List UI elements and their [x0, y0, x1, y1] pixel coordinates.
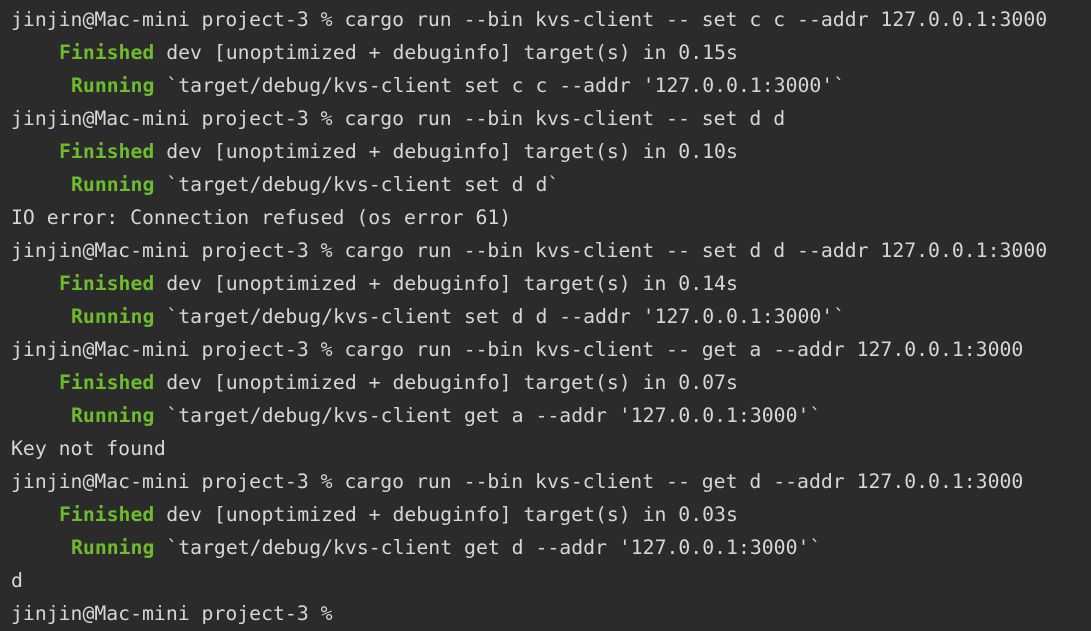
running-detail: `target/debug/kvs-client get d --addr '1…	[166, 536, 822, 559]
running-status-label: Running	[71, 74, 155, 97]
prompt-line: jinjin@Mac-mini project-3 % cargo run --…	[11, 3, 1091, 36]
running-detail: `target/debug/kvs-client set d d --addr …	[166, 305, 846, 328]
finished-status-label: Finished	[59, 41, 155, 64]
prompt-line: jinjin@Mac-mini project-3 % cargo run --…	[11, 102, 1091, 135]
prompt-line: jinjin@Mac-mini project-3 % cargo run --…	[11, 333, 1091, 366]
shell-prompt: jinjin@Mac-mini project-3 %	[11, 338, 333, 361]
shell-command: cargo run --bin kvs-client -- get a --ad…	[344, 338, 1024, 361]
running-line: Running `target/debug/kvs-client set c c…	[11, 69, 1091, 102]
running-status-label: Running	[71, 173, 155, 196]
program-output: IO error: Connection refused (os error 6…	[11, 206, 512, 229]
shell-prompt: jinjin@Mac-mini project-3 %	[11, 470, 333, 493]
finished-status-label: Finished	[59, 371, 155, 394]
output-line: IO error: Connection refused (os error 6…	[11, 201, 1091, 234]
finished-detail: dev [unoptimized + debuginfo] target(s) …	[166, 140, 738, 163]
finished-status-label: Finished	[59, 503, 155, 526]
shell-command: cargo run --bin kvs-client -- get d --ad…	[344, 470, 1024, 493]
terminal-window[interactable]: jinjin@Mac-mini project-3 % cargo run --…	[0, 0, 1091, 631]
running-status-label: Running	[71, 404, 155, 427]
program-output: d	[11, 569, 23, 592]
shell-command: cargo run --bin kvs-client -- set d d	[344, 107, 786, 130]
running-detail: `target/debug/kvs-client set d d`	[166, 173, 560, 196]
shell-prompt: jinjin@Mac-mini project-3 %	[11, 107, 333, 130]
running-detail: `target/debug/kvs-client set c c --addr …	[166, 74, 846, 97]
output-line: d	[11, 564, 1091, 597]
finished-line: Finished dev [unoptimized + debuginfo] t…	[11, 366, 1091, 399]
running-detail: `target/debug/kvs-client get a --addr '1…	[166, 404, 822, 427]
shell-prompt: jinjin@Mac-mini project-3 %	[11, 8, 333, 31]
finished-line: Finished dev [unoptimized + debuginfo] t…	[11, 267, 1091, 300]
running-line: Running `target/debug/kvs-client get a -…	[11, 399, 1091, 432]
output-line: Key not found	[11, 432, 1091, 465]
finished-line: Finished dev [unoptimized + debuginfo] t…	[11, 135, 1091, 168]
running-line: Running `target/debug/kvs-client get d -…	[11, 531, 1091, 564]
finished-detail: dev [unoptimized + debuginfo] target(s) …	[166, 503, 738, 526]
running-line: Running `target/debug/kvs-client set d d…	[11, 300, 1091, 333]
running-line: Running `target/debug/kvs-client set d d…	[11, 168, 1091, 201]
finished-detail: dev [unoptimized + debuginfo] target(s) …	[166, 41, 738, 64]
shell-command: cargo run --bin kvs-client -- set d d --…	[344, 239, 1048, 262]
finished-status-label: Finished	[59, 140, 155, 163]
finished-line: Finished dev [unoptimized + debuginfo] t…	[11, 498, 1091, 531]
prompt-line: jinjin@Mac-mini project-3 %	[11, 597, 1091, 630]
shell-prompt: jinjin@Mac-mini project-3 %	[11, 239, 333, 262]
finished-status-label: Finished	[59, 272, 155, 295]
finished-detail: dev [unoptimized + debuginfo] target(s) …	[166, 272, 738, 295]
running-status-label: Running	[71, 305, 155, 328]
shell-command: cargo run --bin kvs-client -- set c c --…	[344, 8, 1048, 31]
program-output: Key not found	[11, 437, 166, 460]
finished-line: Finished dev [unoptimized + debuginfo] t…	[11, 36, 1091, 69]
prompt-line: jinjin@Mac-mini project-3 % cargo run --…	[11, 234, 1091, 267]
shell-prompt: jinjin@Mac-mini project-3 %	[11, 602, 333, 625]
prompt-line: jinjin@Mac-mini project-3 % cargo run --…	[11, 465, 1091, 498]
finished-detail: dev [unoptimized + debuginfo] target(s) …	[166, 371, 738, 394]
running-status-label: Running	[71, 536, 155, 559]
